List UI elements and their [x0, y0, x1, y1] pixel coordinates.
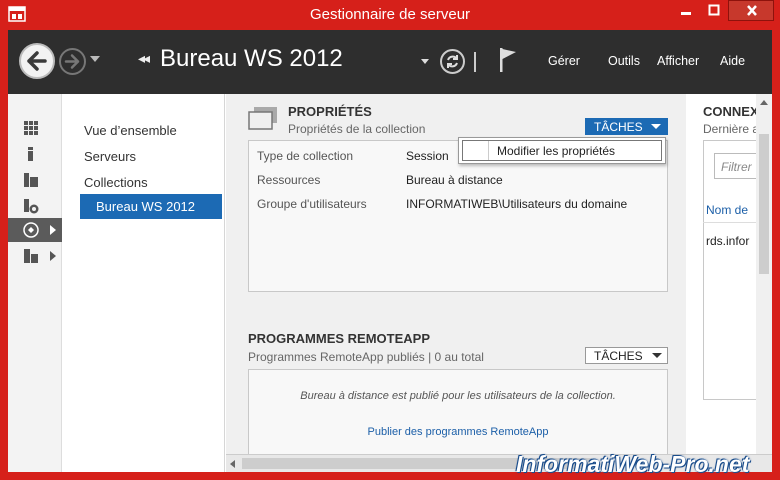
menu-manage[interactable]: Gérer — [548, 54, 580, 68]
property-label: Ressources — [257, 173, 321, 187]
property-value: Session — [406, 149, 449, 163]
remote-desktop-nav: Vue d’ensemble Serveurs Collections Bure… — [63, 94, 225, 472]
menu-tools[interactable]: Outils — [608, 54, 640, 68]
local-server-icon — [28, 147, 33, 161]
refresh-button[interactable] — [440, 49, 465, 74]
nav-collection-bureau-ws-2012[interactable]: Bureau WS 2012 — [80, 194, 222, 219]
title-bar: Gestionnaire de serveur — [0, 0, 780, 30]
remoteapp-title: PROGRAMMES REMOTEAPP — [248, 331, 431, 346]
remoteapp-subtitle: Programmes RemoteApp publiés | 0 au tota… — [248, 350, 484, 364]
minimize-icon — [681, 12, 691, 15]
properties-icon — [248, 107, 277, 130]
header-bar: ◂◂ Bureau WS 2012 Gérer Outils Afficher … — [8, 30, 772, 94]
rail-item-file-storage[interactable] — [8, 194, 62, 218]
property-label: Type de collection — [257, 149, 354, 163]
rail-item-server-group[interactable] — [8, 244, 62, 268]
forward-button[interactable] — [59, 48, 86, 75]
nav-collection-label: Bureau WS 2012 — [96, 199, 196, 214]
expand-arrow-icon[interactable] — [50, 251, 56, 261]
connections-title: CONNEX — [703, 104, 759, 119]
minimize-button[interactable] — [672, 0, 700, 21]
rail-item-dashboard[interactable] — [8, 116, 62, 140]
maximize-icon — [708, 4, 720, 16]
main-window: ◂◂ Bureau WS 2012 Gérer Outils Afficher … — [8, 30, 772, 472]
scroll-up-icon[interactable] — [760, 100, 768, 105]
remoteapp-panel: Bureau à distance est publié pour les ut… — [248, 369, 668, 462]
header-divider — [474, 52, 476, 72]
properties-title: PROPRIÉTÉS — [288, 104, 372, 119]
scroll-left-icon[interactable] — [230, 460, 235, 468]
chevron-down-icon — [651, 124, 661, 129]
file-storage-icon — [24, 199, 39, 214]
rail-item-local-server[interactable] — [8, 142, 62, 166]
icon-rail — [8, 94, 62, 472]
arrow-left-icon — [27, 51, 47, 71]
arrow-right-icon — [64, 54, 80, 69]
column-header-name[interactable]: Nom de — [706, 203, 748, 217]
nav-servers[interactable]: Serveurs — [84, 149, 136, 164]
remoteapp-tasks-button[interactable]: TÂCHES — [585, 347, 668, 364]
property-value: Bureau à distance — [406, 173, 503, 187]
breadcrumb-separator-icon: ◂◂ — [138, 50, 150, 66]
property-label: Groupe d'utilisateurs — [257, 197, 367, 211]
menu-item-label: Modifier les propriétés — [497, 144, 616, 158]
breadcrumb-title: Bureau WS 2012 — [160, 45, 343, 72]
filter-placeholder: Filtrer — [721, 160, 752, 174]
expand-arrow-icon[interactable] — [50, 225, 56, 235]
breadcrumb-dropdown-icon[interactable] — [421, 59, 429, 64]
property-value: INFORMATIWEB\Utilisateurs du domaine — [406, 197, 628, 211]
nav-collections[interactable]: Collections — [84, 175, 148, 190]
remoteapp-info-text: Bureau à distance est publié pour les ut… — [300, 390, 616, 402]
tasks-label: TÂCHES — [594, 120, 643, 134]
remote-desktop-icon — [23, 222, 39, 238]
all-servers-icon — [24, 173, 38, 187]
watermark: InformatiWeb-Pro.net — [516, 451, 750, 477]
window-title: Gestionnaire de serveur — [309, 6, 471, 23]
back-button[interactable] — [19, 43, 55, 79]
rail-item-remote-desktop[interactable] — [8, 218, 62, 242]
tasks-dropdown-menu: Modifier les propriétés — [458, 137, 666, 164]
dashboard-icon — [24, 121, 38, 135]
nav-overview[interactable]: Vue d’ensemble — [84, 123, 177, 138]
publish-remoteapp-link[interactable]: Publier des programmes RemoteApp — [249, 426, 667, 438]
connections-subtitle: Dernière a — [703, 122, 760, 136]
maximize-button[interactable] — [700, 0, 728, 21]
properties-tasks-button[interactable]: TÂCHES — [585, 118, 668, 135]
properties-subtitle: Propriétés de la collection — [288, 122, 426, 136]
refresh-icon — [447, 55, 458, 68]
scroll-thumb[interactable] — [759, 134, 769, 274]
chevron-down-icon — [652, 353, 662, 358]
rail-item-all-servers[interactable] — [8, 168, 62, 192]
tasks-label: TÂCHES — [594, 349, 643, 363]
history-dropdown-icon[interactable] — [90, 56, 100, 62]
close-button[interactable] — [728, 0, 774, 21]
table-row[interactable]: rds.infor — [706, 234, 749, 248]
vertical-scrollbar[interactable] — [756, 94, 772, 454]
close-icon — [747, 5, 757, 16]
notifications-flag-icon[interactable] — [498, 46, 518, 74]
menu-view[interactable]: Afficher — [657, 54, 699, 68]
menu-help[interactable]: Aide — [720, 54, 745, 68]
server-group-icon — [24, 249, 38, 263]
